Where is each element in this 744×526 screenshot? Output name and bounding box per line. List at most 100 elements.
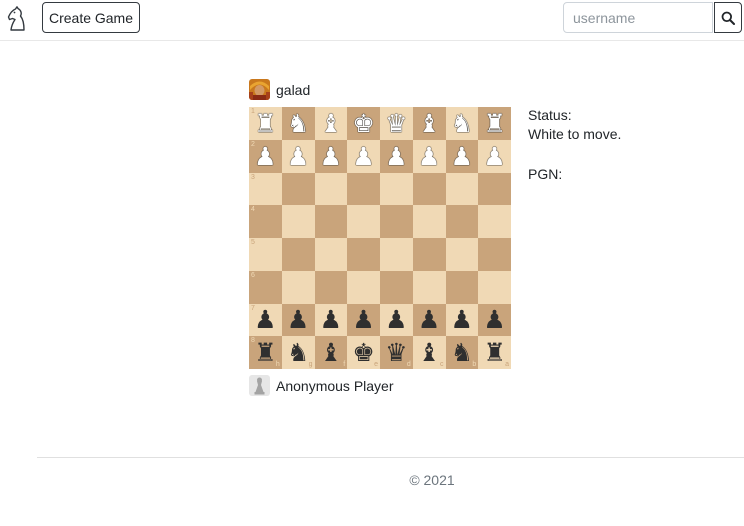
white-pawn-piece[interactable]: ♟ (249, 140, 282, 173)
black-queen-piece[interactable]: ♛ (380, 336, 413, 369)
black-pawn-piece[interactable]: ♟ (446, 304, 479, 337)
board-square[interactable] (314, 172, 348, 206)
white-pawn-piece[interactable]: ♟ (347, 140, 380, 173)
board-square[interactable]: 4 (249, 205, 282, 238)
black-rook-piece[interactable]: ♜ (249, 336, 282, 369)
board-square[interactable] (445, 205, 479, 238)
board-square[interactable]: 1 ♜ (249, 107, 282, 140)
search-button[interactable] (714, 2, 742, 33)
black-king-piece[interactable]: ♚ (347, 336, 380, 369)
board-square[interactable]: 8 h ♜ (249, 336, 282, 369)
white-pawn-piece[interactable]: ♟ (446, 140, 479, 173)
white-pawn-piece[interactable]: ♟ (478, 140, 511, 173)
black-knight-piece[interactable]: ♞ (282, 336, 315, 369)
board-square[interactable] (412, 172, 446, 206)
white-pawn-piece[interactable]: ♟ (380, 140, 413, 173)
board-square[interactable] (412, 205, 446, 238)
board-square[interactable]: e ♚ (347, 336, 380, 369)
board-square[interactable] (380, 205, 413, 238)
board-square[interactable] (314, 238, 348, 271)
board-square[interactable]: ♞ (281, 107, 315, 140)
top-player-name[interactable]: galad (276, 82, 310, 98)
board-square[interactable]: 2 ♟ (249, 139, 282, 173)
board-square[interactable] (478, 172, 511, 206)
white-rook-piece[interactable]: ♜ (249, 107, 282, 140)
black-knight-piece[interactable]: ♞ (446, 336, 479, 369)
knight-logo-icon[interactable] (5, 6, 29, 32)
board-square[interactable]: c ♝ (412, 336, 446, 369)
board-square[interactable]: ♟ (445, 139, 479, 173)
board-square[interactable]: 3 (249, 172, 282, 206)
board-square[interactable]: ♝ (412, 107, 446, 140)
black-pawn-piece[interactable]: ♟ (249, 304, 282, 337)
board-square[interactable] (281, 172, 315, 206)
white-pawn-piece[interactable]: ♟ (413, 140, 446, 173)
board-square[interactable] (412, 270, 446, 304)
board-square[interactable]: b ♞ (445, 336, 479, 369)
board-square[interactable]: ♚ (347, 107, 380, 140)
board-square[interactable] (478, 270, 511, 304)
black-pawn-piece[interactable]: ♟ (413, 304, 446, 337)
black-pawn-piece[interactable]: ♟ (380, 304, 413, 337)
white-bishop-piece[interactable]: ♝ (413, 107, 446, 140)
board-square[interactable]: ♟ (412, 303, 446, 337)
board-square[interactable] (347, 238, 380, 271)
black-pawn-piece[interactable]: ♟ (315, 304, 348, 337)
board-square[interactable]: ♟ (445, 303, 479, 337)
board-square[interactable]: ♜ (478, 107, 511, 140)
board-square[interactable] (478, 205, 511, 238)
white-queen-piece[interactable]: ♛ (380, 107, 413, 140)
board-square[interactable] (445, 270, 479, 304)
board-square[interactable] (380, 172, 413, 206)
board-square[interactable] (380, 270, 413, 304)
board-square[interactable] (412, 238, 446, 271)
white-rook-piece[interactable]: ♜ (478, 107, 511, 140)
board-square[interactable] (347, 172, 380, 206)
board-square[interactable]: ♟ (380, 139, 413, 173)
board-square[interactable] (347, 205, 380, 238)
create-game-button[interactable]: Create Game (42, 2, 140, 33)
board-square[interactable]: ♟ (380, 303, 413, 337)
board-square[interactable]: ♞ (445, 107, 479, 140)
white-bishop-piece[interactable]: ♝ (315, 107, 348, 140)
board-square[interactable] (281, 238, 315, 271)
board-square[interactable]: g ♞ (281, 336, 315, 369)
board-square[interactable]: d ♛ (380, 336, 413, 369)
black-bishop-piece[interactable]: ♝ (315, 336, 348, 369)
board-square[interactable]: ♟ (412, 139, 446, 173)
board-square[interactable] (314, 205, 348, 238)
board-square[interactable]: ♟ (347, 303, 380, 337)
board-square[interactable]: ♟ (478, 303, 511, 337)
board-square[interactable]: ♟ (347, 139, 380, 173)
board-square[interactable] (281, 270, 315, 304)
board-square[interactable] (347, 270, 380, 304)
board-square[interactable] (281, 205, 315, 238)
black-rook-piece[interactable]: ♜ (478, 336, 511, 369)
black-pawn-piece[interactable]: ♟ (478, 304, 511, 337)
username-search-input[interactable] (563, 2, 713, 33)
board-square[interactable]: ♛ (380, 107, 413, 140)
board-square[interactable] (380, 238, 413, 271)
white-pawn-piece[interactable]: ♟ (315, 140, 348, 173)
board-square[interactable]: ♝ (314, 107, 348, 140)
board-square[interactable]: 5 (249, 238, 282, 271)
board-square[interactable]: ♟ (281, 303, 315, 337)
chess-board[interactable]: 1 ♜ ♞ ♝ ♚ ♛ ♝ ♞ ♜ 2 ♟ ♟ ♟ ♟ ♟ ♟ ♟ ♟ 3 4 5 6 7 ♟ ♟ ♟ ♟ ♟ ♟ ♟ ♟ 8 h ♜ g ♞ f ♝ e ♚… (249, 107, 511, 369)
board-square[interactable]: ♟ (281, 139, 315, 173)
board-square[interactable]: ♟ (314, 139, 348, 173)
board-square[interactable]: ♟ (314, 303, 348, 337)
board-square[interactable]: a ♜ (478, 336, 511, 369)
board-square[interactable] (445, 172, 479, 206)
white-knight-piece[interactable]: ♞ (282, 107, 315, 140)
board-square[interactable]: 7 ♟ (249, 303, 282, 337)
black-bishop-piece[interactable]: ♝ (413, 336, 446, 369)
board-square[interactable]: f ♝ (314, 336, 348, 369)
board-square[interactable] (478, 238, 511, 271)
white-pawn-piece[interactable]: ♟ (282, 140, 315, 173)
board-square[interactable]: 6 (249, 270, 282, 304)
black-pawn-piece[interactable]: ♟ (347, 304, 380, 337)
board-square[interactable] (314, 270, 348, 304)
black-pawn-piece[interactable]: ♟ (282, 304, 315, 337)
white-knight-piece[interactable]: ♞ (446, 107, 479, 140)
board-square[interactable]: ♟ (478, 139, 511, 173)
